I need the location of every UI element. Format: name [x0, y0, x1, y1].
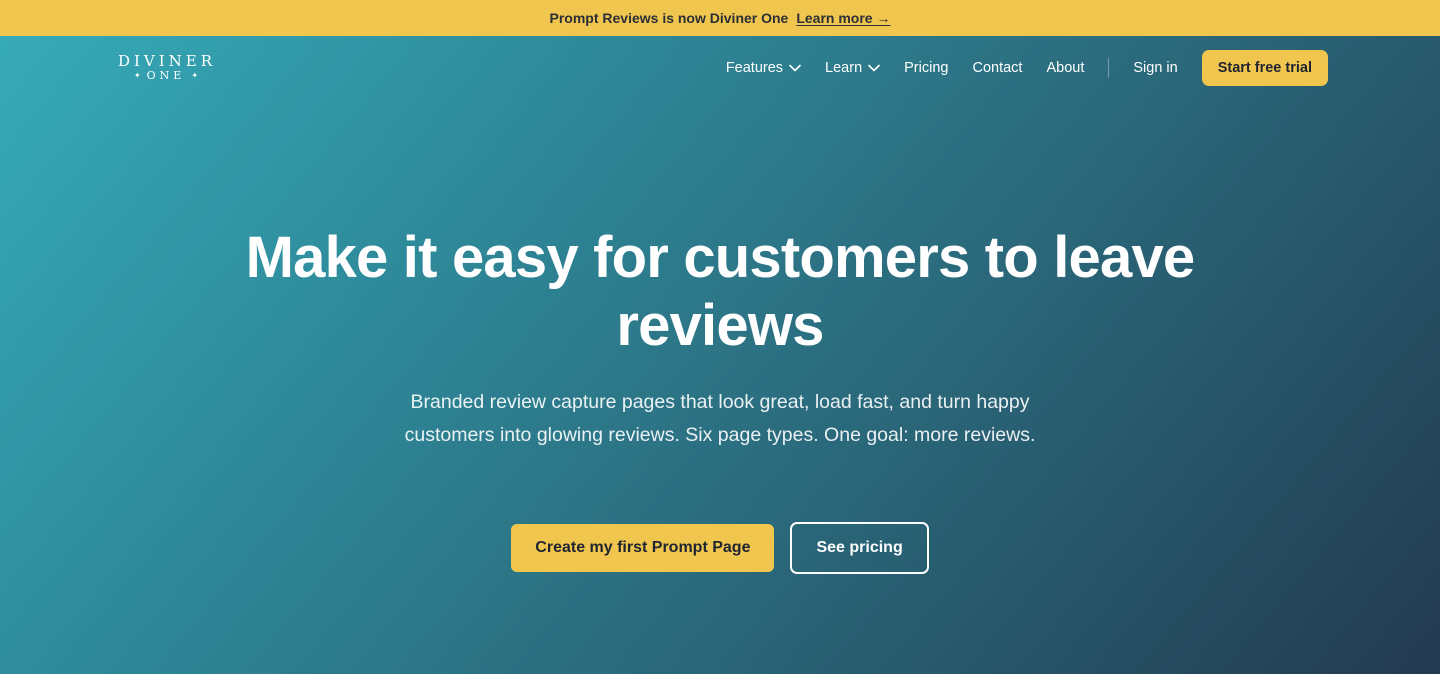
logo-star-right-icon: ✦	[191, 71, 199, 80]
announcement-bar: Prompt Reviews is now Diviner One Learn …	[0, 0, 1440, 36]
nav-learn-label: Learn	[825, 60, 863, 76]
logo-star-left-icon: ✦	[133, 71, 141, 80]
nav-learn[interactable]: Learn	[825, 60, 880, 76]
main-nav: Features Learn Pricing Contact About Sig…	[726, 50, 1328, 86]
hero-headline: Make it easy for customers to leave revi…	[245, 225, 1196, 358]
start-free-trial-button[interactable]: Start free trial	[1201, 50, 1328, 86]
hero-section: DIVINER ✦ ONE ✦ Features Learn Pricing C…	[0, 36, 1440, 674]
sign-in-link[interactable]: Sign in	[1133, 60, 1177, 76]
logo-line1: DIVINER	[117, 52, 217, 70]
nav-features-label: Features	[725, 60, 784, 76]
learn-more-link[interactable]: Learn more →	[796, 10, 890, 26]
chevron-down-icon	[789, 64, 801, 72]
see-pricing-button[interactable]: See pricing	[790, 522, 929, 574]
nav-divider	[1108, 58, 1110, 78]
nav-pricing[interactable]: Pricing	[904, 60, 948, 76]
hero-cta-group: Create my first Prompt Page See pricing	[0, 522, 1440, 574]
nav-about[interactable]: About	[1046, 60, 1084, 76]
hero-subhead: Branded review capture pages that look g…	[404, 391, 1036, 446]
nav-contact[interactable]: Contact	[972, 60, 1022, 76]
announcement-text: Prompt Reviews is now Diviner One	[549, 10, 789, 26]
create-prompt-page-button[interactable]: Create my first Prompt Page	[511, 524, 775, 572]
chevron-down-icon	[868, 64, 880, 72]
diviner-one-logo[interactable]: DIVINER ✦ ONE ✦	[113, 53, 219, 83]
nav-features[interactable]: Features	[726, 60, 801, 76]
logo-line2-wrap: ✦ ONE ✦	[113, 69, 219, 83]
logo-line2: ONE	[146, 69, 186, 82]
